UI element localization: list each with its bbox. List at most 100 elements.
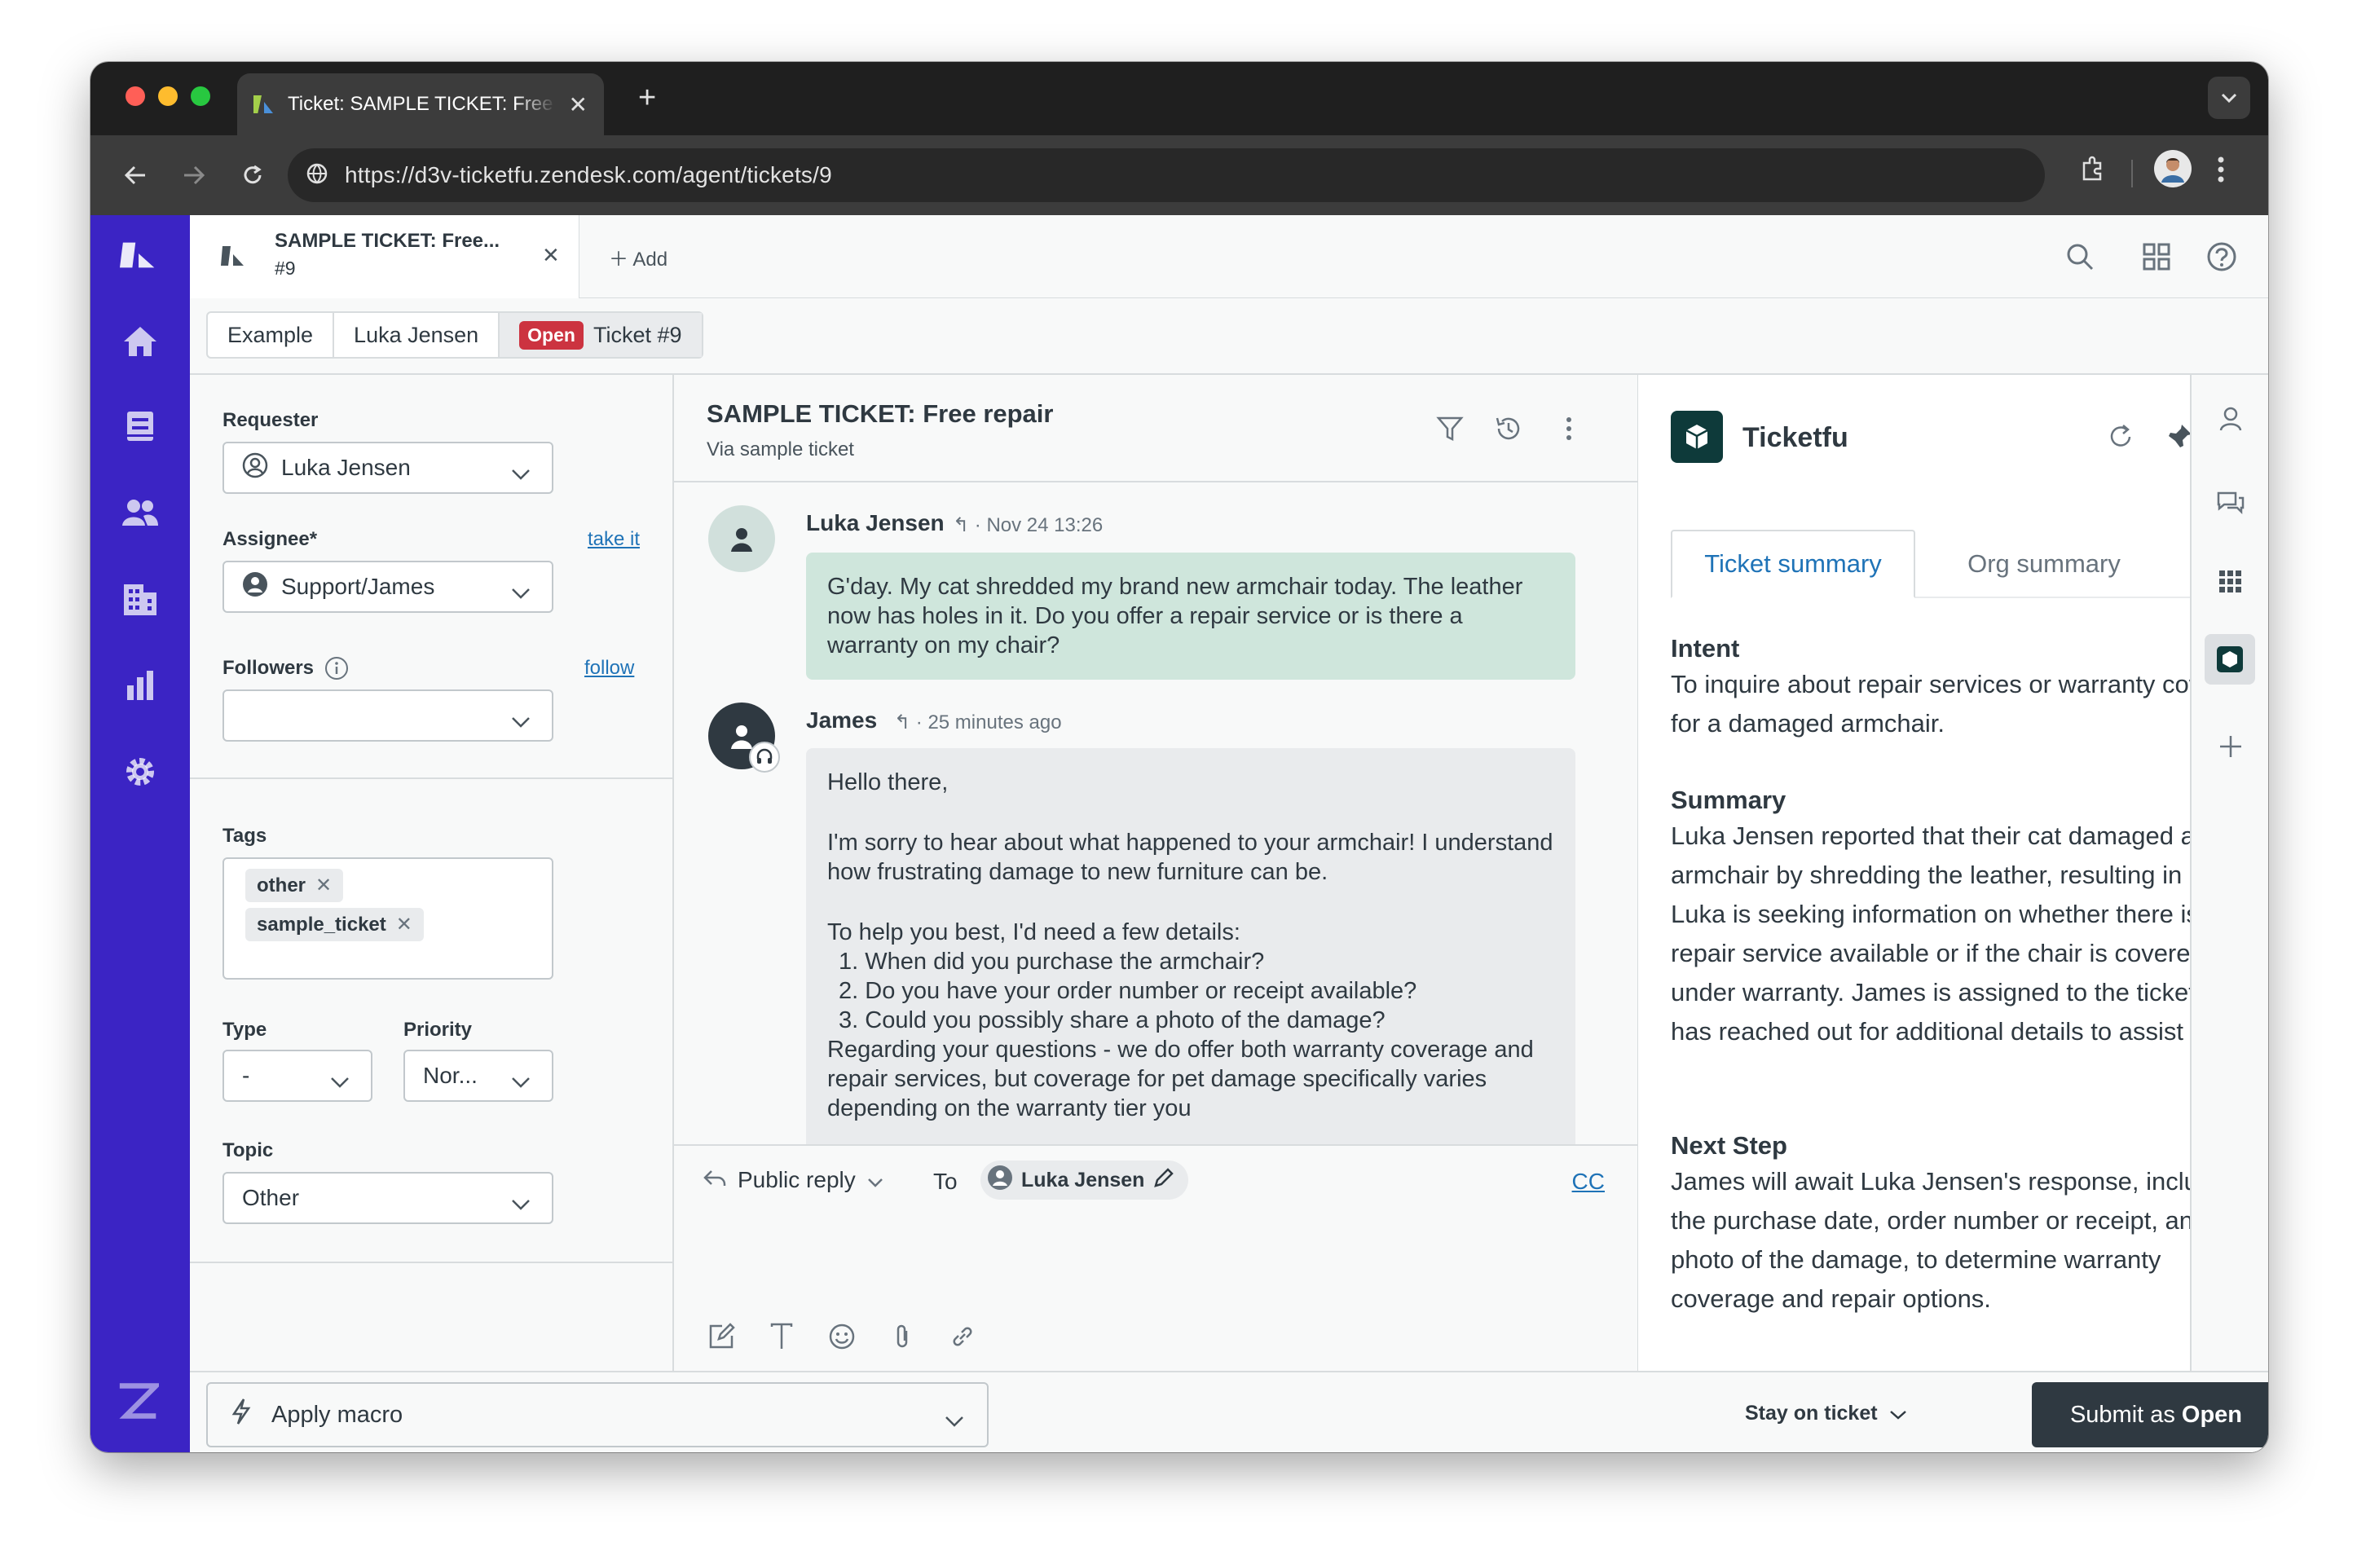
plus-icon: ＋ — [609, 249, 628, 271]
chevron-down-icon — [867, 1167, 883, 1193]
maximize-window-button[interactable] — [191, 86, 210, 106]
chrome-menu-icon[interactable] — [2218, 156, 2224, 183]
summary-text: Luka Jensen reported that their cat dama… — [1671, 821, 2257, 1046]
workspace-top-bar: SAMPLE TICKET: Free... #9 ✕ ＋ Add — [190, 215, 2268, 298]
ticket-properties-panel: Requester Luka Jensen Assignee* take it … — [190, 375, 674, 1371]
tab-org-summary[interactable]: Org summary — [1930, 530, 2158, 598]
product-tray-icon[interactable] — [2138, 238, 2175, 275]
recipient-chip[interactable]: Luka Jensen — [980, 1161, 1189, 1200]
breadcrumb-ticket-label: Ticket #9 — [593, 322, 682, 347]
recipient-avatar-icon — [987, 1165, 1013, 1196]
type-value: - — [242, 1063, 250, 1088]
apply-macro-label: Apply macro — [271, 1401, 403, 1428]
home-icon[interactable] — [120, 321, 161, 362]
ticket-workspace-tab[interactable]: SAMPLE TICKET: Free... #9 ✕ — [190, 215, 579, 298]
chevron-down-icon — [2221, 93, 2237, 104]
requester-field[interactable]: Luka Jensen — [222, 442, 553, 494]
zendesk-agent-workspace: SAMPLE TICKET: Free... #9 ✕ ＋ Add Exampl… — [90, 215, 2268, 1452]
browser-tab-strip: Ticket: SAMPLE TICKET: Free repair ✕ + — [90, 62, 2268, 135]
intent-heading: Intent — [1671, 634, 1740, 663]
refresh-icon[interactable] — [2103, 419, 2139, 455]
more-options-icon[interactable] — [1551, 411, 1587, 447]
reporting-icon[interactable] — [120, 665, 161, 706]
submit-button[interactable]: Submit as Open — [2032, 1382, 2268, 1447]
topic-value: Other — [242, 1185, 300, 1210]
message-list: Luka Jensen ↰ · Nov 24 13:26 G'day. My c… — [674, 482, 1637, 1144]
apps-grid-icon[interactable] — [2213, 564, 2249, 600]
forward-icon[interactable] — [175, 156, 213, 194]
remove-tag-icon[interactable]: ✕ — [396, 913, 412, 936]
breadcrumb-ticket[interactable]: Open Ticket #9 — [500, 313, 702, 357]
browser-toolbar: https://d3v-ticketfu.zendesk.com/agent/t… — [90, 135, 2268, 215]
reload-icon[interactable] — [234, 156, 271, 194]
conversations-icon[interactable] — [2213, 486, 2249, 522]
type-field[interactable]: - — [222, 1050, 372, 1102]
message-meta: ↰ · 25 minutes ago — [894, 711, 1062, 733]
edit-pencil-icon[interactable] — [1152, 1166, 1175, 1195]
chevron-down-icon — [511, 707, 531, 733]
breadcrumb: Example Luka Jensen Open Ticket #9 — [206, 311, 703, 359]
add-app-icon[interactable] — [2213, 729, 2249, 764]
assignee-field[interactable]: Support/James — [222, 561, 553, 613]
extensions-icon[interactable] — [2079, 153, 2108, 183]
breadcrumb-org[interactable]: Example — [208, 313, 335, 357]
link-icon[interactable] — [948, 1322, 977, 1351]
chevron-down-icon — [511, 1068, 531, 1094]
profile-avatar[interactable] — [2154, 150, 2192, 187]
back-icon[interactable] — [117, 156, 154, 194]
customer-context-icon[interactable] — [2213, 401, 2249, 437]
info-icon[interactable] — [324, 655, 350, 685]
tag-chip[interactable]: sample_ticket ✕ — [245, 908, 424, 941]
add-tab-button[interactable]: ＋ Add — [609, 243, 667, 271]
tab-close-icon[interactable]: ✕ — [569, 91, 588, 118]
address-bar[interactable]: https://d3v-ticketfu.zendesk.com/agent/t… — [288, 148, 2045, 202]
remove-tag-icon[interactable]: ✕ — [315, 874, 332, 897]
close-window-button[interactable] — [126, 86, 145, 106]
cc-link[interactable]: CC — [1572, 1169, 1605, 1195]
message-body: G'day. My cat shredded my brand new armc… — [827, 574, 1523, 658]
admin-gear-icon[interactable] — [120, 751, 161, 792]
chevron-down-icon — [330, 1068, 350, 1094]
next-step-text: James will await Luka Jensen's response,… — [1671, 1167, 2246, 1313]
browser-tab[interactable]: Ticket: SAMPLE TICKET: Free repair ✕ — [237, 73, 604, 135]
main-navigation — [90, 215, 190, 1452]
history-icon[interactable] — [1491, 411, 1527, 447]
views-icon[interactable] — [120, 406, 161, 447]
ticketfu-app-icon[interactable] — [2205, 634, 2255, 685]
follow-link[interactable]: follow — [584, 657, 634, 680]
minimize-window-button[interactable] — [158, 86, 178, 106]
search-icon[interactable] — [2061, 238, 2099, 275]
close-tab-icon[interactable]: ✕ — [542, 243, 560, 268]
organizations-icon[interactable] — [120, 579, 161, 619]
tags-input[interactable]: other ✕ sample_ticket ✕ — [222, 857, 553, 980]
requester-value: Luka Jensen — [281, 455, 411, 480]
help-icon[interactable] — [2203, 238, 2240, 275]
tab-search-button[interactable] — [2208, 77, 2250, 119]
list-item: 2. Do you have your order number or rece… — [839, 978, 1417, 1004]
tab-ticket-summary[interactable]: Ticket summary — [1671, 530, 1915, 598]
text-format-icon[interactable] — [767, 1322, 796, 1351]
followers-field[interactable] — [222, 689, 553, 742]
apply-macro-field[interactable]: Apply macro — [206, 1382, 989, 1447]
zendesk-logo-icon[interactable] — [120, 235, 161, 275]
zendesk-products-icon[interactable] — [118, 1381, 159, 1421]
filter-icon[interactable] — [1432, 411, 1468, 447]
status-badge: Open — [519, 320, 584, 350]
compose-icon[interactable] — [707, 1322, 736, 1351]
chevron-down-icon — [511, 579, 531, 605]
take-it-link[interactable]: take it — [588, 528, 640, 551]
attachment-icon[interactable] — [888, 1322, 917, 1351]
composer-toolbar — [707, 1322, 977, 1351]
reply-type-selector[interactable]: Public reply — [703, 1167, 883, 1193]
priority-field[interactable]: Nor... — [403, 1050, 553, 1102]
breadcrumb-requester[interactable]: Luka Jensen — [334, 313, 500, 357]
emoji-icon[interactable] — [827, 1322, 857, 1351]
tag-chip[interactable]: other ✕ — [245, 869, 344, 902]
site-info-icon[interactable] — [306, 162, 328, 189]
stay-on-ticket-selector[interactable]: Stay on ticket — [1745, 1402, 1907, 1425]
message-meta: ↰ · Nov 24 13:26 — [953, 514, 1104, 536]
message-time: 25 minutes ago — [927, 711, 1062, 733]
customers-icon[interactable] — [120, 492, 161, 533]
new-tab-button[interactable]: + — [638, 81, 656, 114]
topic-field[interactable]: Other — [222, 1172, 553, 1224]
